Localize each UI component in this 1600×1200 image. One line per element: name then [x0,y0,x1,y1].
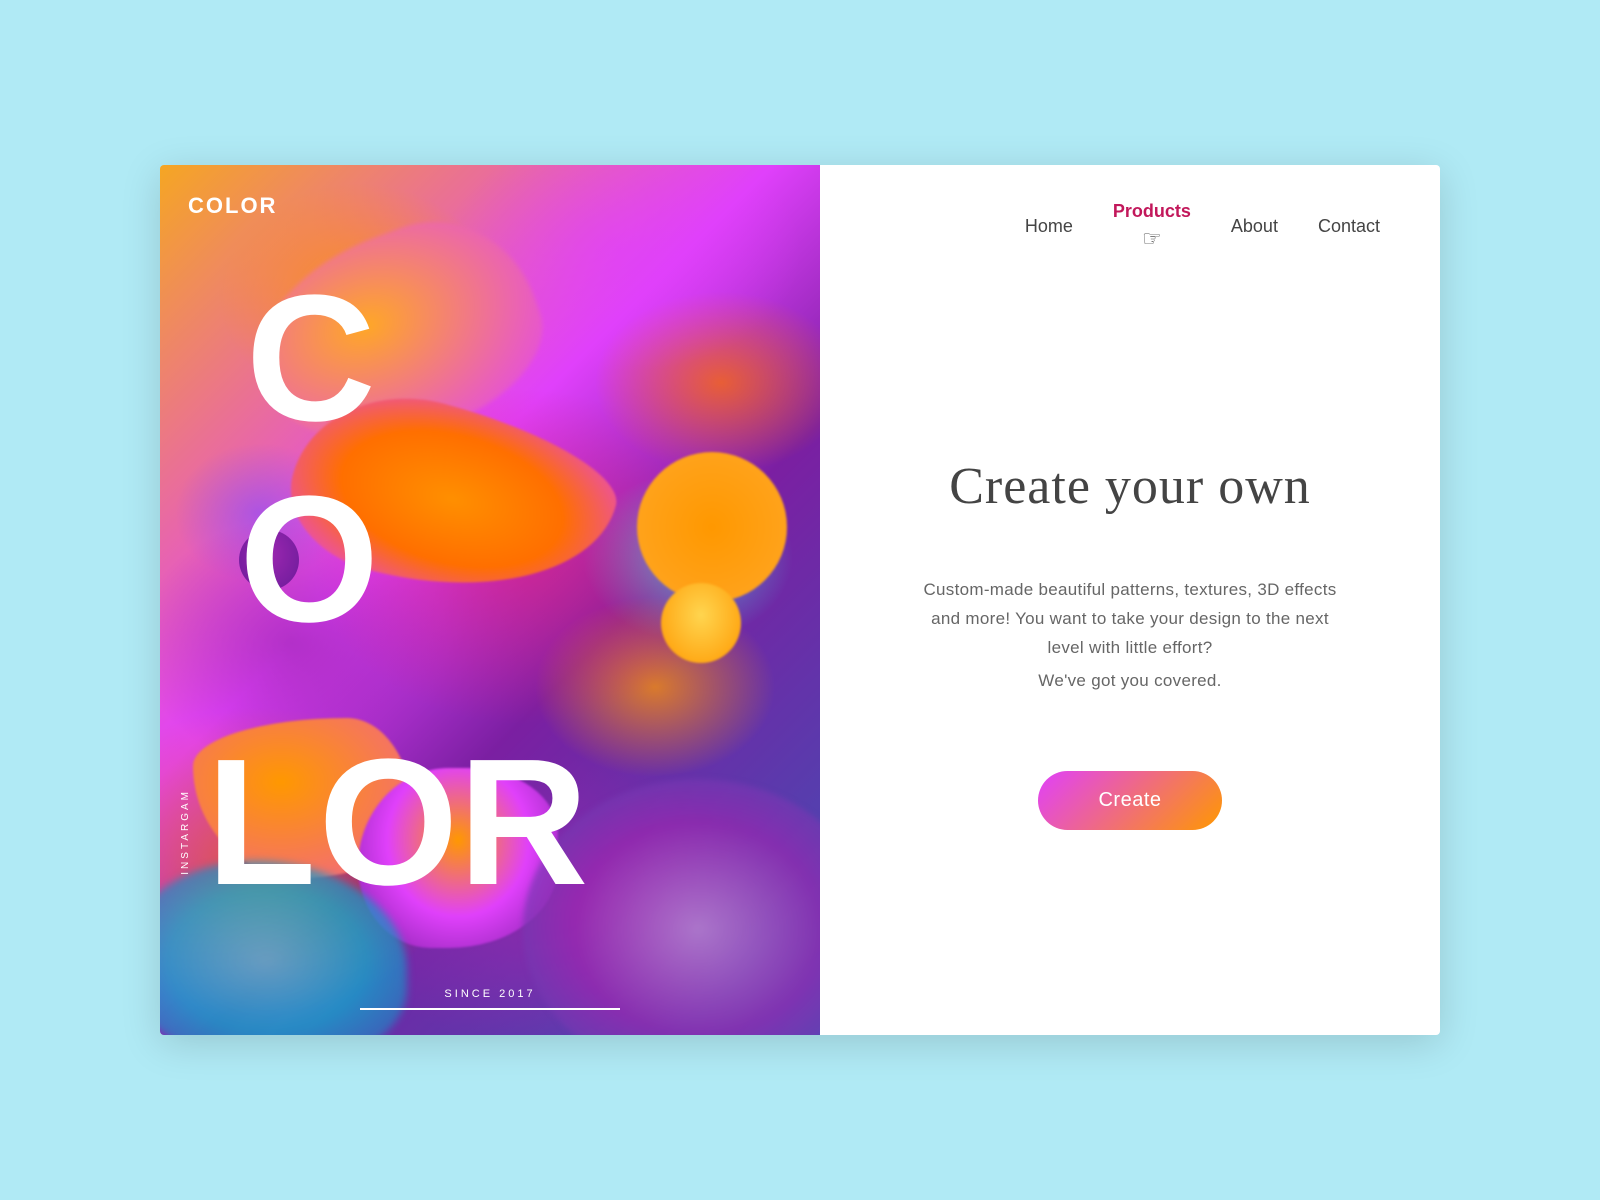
right-panel: Home Products ☞ About Contact Create you… [820,165,1440,1035]
since-text: SINCE 2017 [444,988,535,1000]
blob-6 [661,583,741,663]
nav-products[interactable]: Products [1113,201,1191,222]
nav-home[interactable]: Home [1025,216,1073,237]
brand-logo: COLOR [188,193,277,219]
nav-about[interactable]: About [1231,216,1278,237]
letter-o: O [239,470,379,650]
main-content: Create your own Custom-made beautiful pa… [820,272,1440,1035]
nav-contact[interactable]: Contact [1318,216,1380,237]
since-line [360,1008,620,1010]
hero-description: Custom-made beautiful patterns, textures… [920,576,1340,663]
left-panel: COLOR C O L OR INSTARGAM SINCE 2017 [160,165,820,1035]
browser-window: COLOR C O L OR INSTARGAM SINCE 2017 Home… [160,165,1440,1035]
letter-c: C [246,269,376,449]
navigation: Home Products ☞ About Contact [820,165,1440,272]
letter-l: L [206,733,316,913]
letter-or: OR [318,733,588,913]
page-headline: Create your own [949,457,1311,516]
cursor-icon: ☞ [1142,226,1162,252]
hero-tagline: We've got you covered. [1038,671,1221,691]
create-button[interactable]: Create [1038,771,1221,830]
nav-products-wrapper[interactable]: Products ☞ [1113,201,1191,252]
instargam-label: INSTARGAM [180,789,191,875]
blob-5 [637,452,787,602]
